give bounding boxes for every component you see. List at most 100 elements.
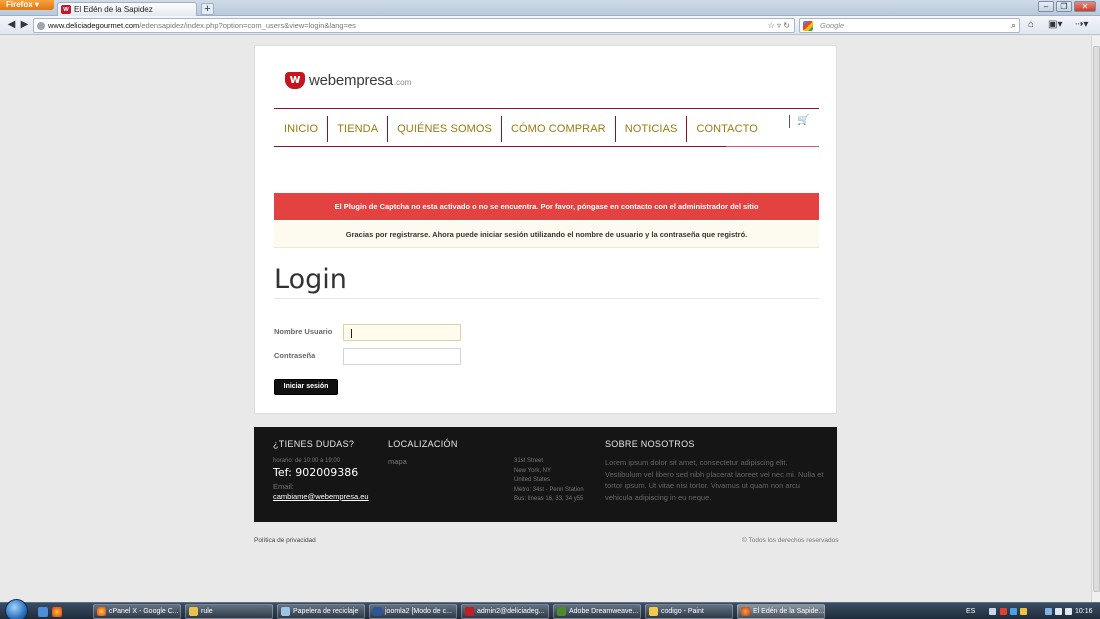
filezilla-icon bbox=[465, 607, 474, 616]
footer-heading-localizacion: LOCALIZACIÓN bbox=[388, 439, 458, 449]
taskbar-item-label: cPanel X - Google C... bbox=[109, 608, 179, 615]
taskbar-item-rule[interactable]: rule bbox=[185, 604, 273, 619]
menu-bottom-rule-accent bbox=[726, 146, 819, 147]
password-label: Contraseña bbox=[274, 351, 316, 360]
taskbar-item-paint[interactable]: codigo - Paint bbox=[645, 604, 733, 619]
windows-taskbar: cPanel X - Google C... rule Papelera de … bbox=[0, 599, 1100, 619]
text-caret bbox=[351, 329, 352, 338]
new-tab-button[interactable]: + bbox=[201, 3, 214, 15]
site-identity-icon[interactable] bbox=[37, 22, 45, 30]
content-card: w webempresa .com INICIO TIENDA QUIÉNES … bbox=[254, 45, 837, 414]
taskbar-item-label: Adobe Dreamweave... bbox=[569, 608, 639, 615]
footer-map-link[interactable]: mapa bbox=[388, 457, 407, 466]
firefox-menu-button[interactable]: Firefox ▾ bbox=[0, 0, 54, 10]
footer-heading-dudas: ¿TIENES DUDAS? bbox=[273, 439, 355, 449]
page-scrollbar[interactable] bbox=[1091, 36, 1100, 602]
footer-hours: horario: de 10:00 a 19:00 bbox=[273, 458, 341, 464]
menu-item-noticias[interactable]: NOTICIAS bbox=[616, 116, 688, 142]
title-divider bbox=[274, 298, 819, 299]
taskbar-item-label: codigo - Paint bbox=[661, 608, 704, 615]
tab-title: El Edén de la Sapidez bbox=[74, 5, 153, 14]
back-arrow-icon[interactable]: ◀ bbox=[5, 19, 18, 32]
show-desktop-icon[interactable] bbox=[38, 607, 48, 617]
browser-titlebar: Firefox ▾ w El Edén de la Sapidez + – ❐ … bbox=[0, 0, 1100, 16]
home-icon[interactable]: ⌂ bbox=[1028, 19, 1034, 30]
window-controls: – ❐ ✕ bbox=[1038, 1, 1096, 12]
forward-arrow-icon[interactable]: ▶ bbox=[18, 19, 31, 32]
taskbar-item-filezilla[interactable]: admin2@deliciadeg... bbox=[461, 604, 549, 619]
url-domain: www.deliciadegourmet.com bbox=[48, 21, 140, 30]
url-bar[interactable]: www.deliciadegourmet.com/edensapidez/ind… bbox=[33, 18, 795, 33]
recycle-bin-icon bbox=[281, 607, 290, 616]
taskbar-item-cpanel[interactable]: cPanel X - Google C... bbox=[93, 604, 181, 619]
address-line: 31st Street bbox=[514, 458, 544, 464]
footer-address: 31st Street New York, NY United States M… bbox=[514, 457, 584, 505]
tray-language[interactable]: ES bbox=[966, 603, 975, 619]
start-button-icon[interactable] bbox=[5, 599, 28, 619]
registration-info-alert: Gracias por registrarse. Ahora puede ini… bbox=[274, 221, 819, 248]
firefox-menu-label: Firefox bbox=[6, 0, 33, 9]
privacy-policy-link[interactable]: Política de privacidad bbox=[254, 537, 316, 544]
taskbar-item-label: Papelera de reciclaje bbox=[293, 608, 359, 615]
username-input[interactable] bbox=[343, 324, 461, 341]
paint-icon bbox=[649, 607, 658, 616]
url-path: /edensapidez/index.php?option=com_users&… bbox=[139, 21, 356, 30]
minimize-icon[interactable]: – bbox=[1038, 1, 1054, 12]
search-placeholder: Google bbox=[820, 21, 845, 30]
taskbar-item-recycle-bin[interactable]: Papelera de reciclaje bbox=[277, 604, 365, 619]
taskbar-item-dreamweaver[interactable]: Adobe Dreamweave... bbox=[553, 604, 641, 619]
page-title: Login bbox=[274, 264, 347, 295]
site-logo[interactable]: w webempresa .com bbox=[285, 72, 411, 89]
tray-volume-icon[interactable] bbox=[1065, 608, 1072, 615]
address-line: Metro: 34st - Penn Station bbox=[514, 486, 584, 493]
footer-email-link[interactable]: cambiame@webempresa.eu bbox=[273, 492, 369, 501]
menu-item-quienes-somos[interactable]: QUIÉNES SOMOS bbox=[388, 116, 502, 142]
login-submit-button[interactable]: Iniciar sesión bbox=[274, 379, 338, 395]
username-label: Nombre Usuario bbox=[274, 327, 333, 336]
restore-icon[interactable]: ❐ bbox=[1056, 1, 1072, 12]
tray-flag-icon[interactable] bbox=[1055, 608, 1062, 615]
scrollbar-thumb[interactable] bbox=[1093, 46, 1100, 592]
webempresa-logo-icon: w bbox=[285, 72, 305, 89]
captcha-error-alert: El Plugin de Captcha no esta activado o … bbox=[274, 193, 819, 220]
address-line: United States bbox=[514, 477, 551, 483]
tray-clock[interactable]: 10:16 bbox=[1075, 603, 1093, 619]
search-input[interactable]: Google ⌕ bbox=[799, 18, 1020, 33]
logo-text: webempresa bbox=[309, 72, 393, 89]
chrome-quicklaunch-icon[interactable] bbox=[52, 607, 62, 617]
menu-item-como-comprar[interactable]: CÓMO COMPRAR bbox=[502, 116, 616, 142]
taskbar-item-label: admin2@deliciadeg... bbox=[477, 608, 545, 615]
tray-chevron-icon[interactable] bbox=[989, 608, 996, 615]
tray-dropbox-icon[interactable] bbox=[1010, 608, 1017, 615]
tray-app-icon[interactable] bbox=[1000, 608, 1007, 615]
bookmarks-menu-icon[interactable]: ▣▾ bbox=[1048, 19, 1062, 30]
taskbar-item-label: El Edén de la Sapide... bbox=[753, 608, 825, 615]
search-icon[interactable]: ⌕ bbox=[1011, 19, 1016, 32]
copyright-text: © Todos los derechos reservados bbox=[742, 537, 839, 544]
addon-bar-icon[interactable]: ⇢▾ bbox=[1075, 19, 1088, 30]
firefox-icon bbox=[741, 607, 750, 616]
bookmark-star-icon[interactable]: ☆ ▿ ↻ bbox=[768, 19, 790, 32]
address-line: New York, NY bbox=[514, 467, 552, 474]
logo-suffix: .com bbox=[393, 78, 412, 87]
menu-item-tienda[interactable]: TIENDA bbox=[328, 116, 389, 142]
google-engine-icon[interactable] bbox=[803, 21, 813, 31]
taskbar-item-joomla[interactable]: joomla2 [Modo de c... bbox=[369, 604, 457, 619]
taskbar-item-label: rule bbox=[201, 608, 213, 615]
close-icon[interactable]: ✕ bbox=[1074, 1, 1096, 12]
menu-item-inicio[interactable]: INICIO bbox=[274, 116, 329, 142]
tray-network-icon[interactable] bbox=[1045, 608, 1052, 615]
site-footer: ¿TIENES DUDAS? horario: de 10:00 a 19:00… bbox=[254, 427, 837, 522]
password-input[interactable] bbox=[343, 348, 461, 365]
footer-phone: Tef: 902009386 bbox=[273, 466, 359, 479]
taskbar-item-label: joomla2 [Modo de c... bbox=[385, 608, 452, 615]
word-icon bbox=[373, 607, 382, 616]
address-line: Bus: líneas 16, 33, 34 y55 bbox=[514, 496, 584, 502]
menu-item-contacto[interactable]: CONTACTO bbox=[687, 116, 767, 142]
cart-icon[interactable]: 🛒 bbox=[797, 115, 809, 126]
taskbar-item-firefox[interactable]: El Edén de la Sapide... bbox=[737, 604, 825, 619]
menu-top-rule bbox=[274, 108, 819, 109]
browser-tab-active[interactable]: w El Edén de la Sapidez bbox=[57, 2, 197, 16]
browser-navbar: ◀ ▶ www.deliciadegourmet.com/edensapidez… bbox=[0, 16, 1100, 35]
tray-security-icon[interactable] bbox=[1020, 608, 1027, 615]
